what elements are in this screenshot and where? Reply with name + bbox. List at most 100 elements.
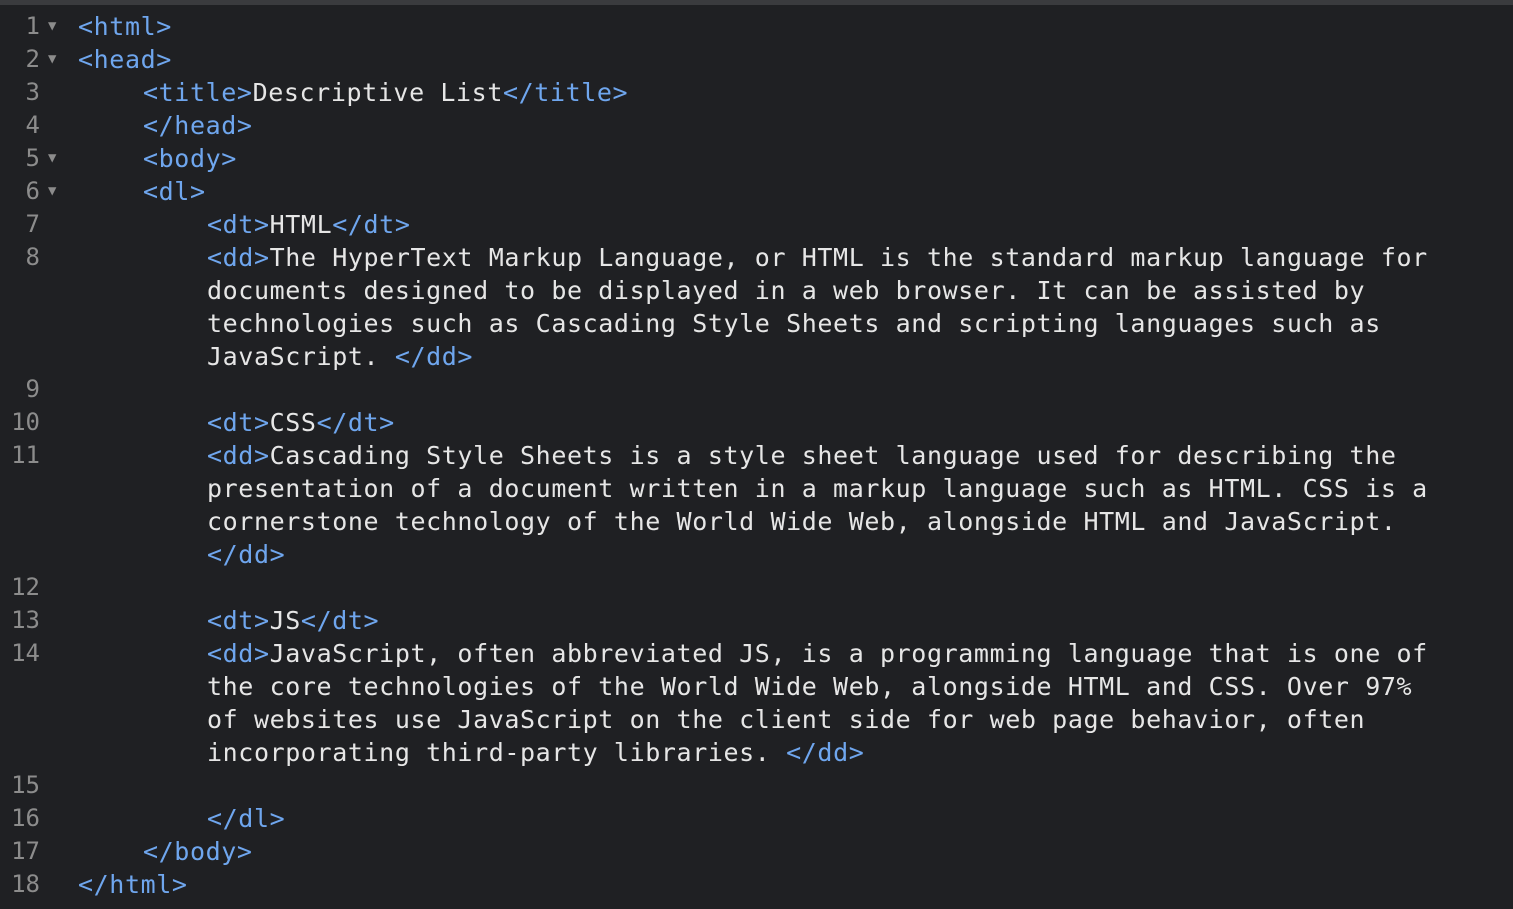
- code-line[interactable]: of websites use JavaScript on the client…: [0, 703, 1513, 736]
- line-number: 11: [11, 441, 40, 469]
- html-tag-token: </dd>: [394, 342, 474, 371]
- line-number: 14: [11, 639, 40, 667]
- html-tag-token: </dt>: [300, 606, 380, 635]
- html-tag-token: <html>: [78, 12, 172, 41]
- fold-arrow-icon[interactable]: ▼: [48, 142, 64, 175]
- code-line[interactable]: 13 <dt>JS</dt>: [0, 604, 1513, 637]
- code-text: </dd>: [207, 538, 285, 571]
- line-number: 15: [11, 771, 40, 799]
- code-line[interactable]: technologies such as Cascading Style She…: [0, 307, 1513, 340]
- text-token: JavaScript.: [207, 342, 395, 371]
- code-text: <head>: [78, 43, 172, 76]
- html-tag-token: <dt>: [207, 606, 270, 635]
- line-number: 4: [25, 111, 40, 139]
- code-line[interactable]: 15: [0, 769, 1513, 802]
- code-text: presentation of a document written in a …: [207, 472, 1428, 505]
- text-token: technologies such as Cascading Style She…: [207, 309, 1381, 338]
- text-token: of websites use JavaScript on the client…: [207, 705, 1366, 734]
- code-text: cornerstone technology of the World Wide…: [207, 505, 1397, 538]
- code-text: <dt>HTML</dt>: [207, 208, 410, 241]
- code-text: <dt>CSS</dt>: [207, 406, 395, 439]
- text-token: cornerstone technology of the World Wide…: [207, 507, 1397, 536]
- line-number: 1: [25, 12, 40, 40]
- line-number: 13: [11, 606, 40, 634]
- html-tag-token: <dd>: [207, 639, 270, 668]
- text-token: JavaScript, often abbreviated JS, is a p…: [269, 639, 1428, 668]
- code-text: <dl>: [143, 175, 206, 208]
- code-text: <dd>The HyperText Markup Language, or HT…: [207, 241, 1428, 274]
- code-editor[interactable]: 1 ▼ <html> 2 ▼ <head> 3 <title>Descriptive List…: [0, 0, 1513, 909]
- code-line[interactable]: </dd>: [0, 538, 1513, 571]
- code-line[interactable]: 11 <dd>Cascading Style Sheets is a style …: [0, 439, 1513, 472]
- line-number: 6: [25, 177, 40, 205]
- html-tag-token: <dl>: [143, 177, 206, 206]
- code-text: <title>Descriptive List</title>: [143, 76, 628, 109]
- code-text: </dl>: [207, 802, 285, 835]
- text-token: CSS: [269, 408, 317, 437]
- code-line[interactable]: 10 <dt>CSS</dt>: [0, 406, 1513, 439]
- text-token: documents designed to be displayed in a …: [207, 276, 1366, 305]
- html-tag-token: </body>: [143, 837, 253, 866]
- code-line[interactable]: 4 </head>: [0, 109, 1513, 142]
- code-text: </body>: [143, 835, 253, 868]
- code-line[interactable]: 12: [0, 571, 1513, 604]
- code-line[interactable]: JavaScript. </dd>: [0, 340, 1513, 373]
- line-number: 3: [25, 78, 40, 106]
- code-text: <body>: [143, 142, 237, 175]
- code-line[interactable]: the core technologies of the World Wide …: [0, 670, 1513, 703]
- code-line[interactable]: 8 <dd>The HyperText Markup Language, or H…: [0, 241, 1513, 274]
- code-line[interactable]: 5 ▼ <body>: [0, 142, 1513, 175]
- code-text: <dd>JavaScript, often abbreviated JS, is…: [207, 637, 1428, 670]
- code-line[interactable]: 7 <dt>HTML</dt>: [0, 208, 1513, 241]
- code-text: <dt>JS</dt>: [207, 604, 379, 637]
- text-token: HTML: [269, 210, 333, 239]
- html-tag-token: </dt>: [316, 408, 395, 437]
- html-tag-token: <dd>: [207, 243, 270, 272]
- html-tag-token: <dt>: [207, 210, 270, 239]
- fold-arrow-icon[interactable]: ▼: [48, 10, 64, 43]
- line-number: 7: [25, 210, 40, 238]
- code-line[interactable]: 2 ▼ <head>: [0, 43, 1513, 76]
- fold-arrow-icon[interactable]: ▼: [48, 43, 64, 76]
- code-line[interactable]: 18 </html>: [0, 868, 1513, 901]
- code-line[interactable]: 14 <dd>JavaScript, often abbreviated JS, …: [0, 637, 1513, 670]
- line-number: 18: [11, 870, 40, 898]
- line-number: 9: [25, 375, 40, 403]
- code-line[interactable]: 3 <title>Descriptive List</title>: [0, 76, 1513, 109]
- text-token: The HyperText Markup Language, or HTML i…: [269, 243, 1428, 272]
- code-text: </head>: [143, 109, 253, 142]
- line-number: 5: [25, 144, 40, 172]
- html-tag-token: <head>: [78, 45, 172, 74]
- html-tag-token: </title>: [502, 78, 629, 107]
- html-tag-token: </dl>: [207, 804, 286, 833]
- html-tag-token: </html>: [78, 870, 188, 899]
- code-line[interactable]: 17 </body>: [0, 835, 1513, 868]
- code-line[interactable]: 9: [0, 373, 1513, 406]
- code-line[interactable]: incorporating third-party libraries. </d…: [0, 736, 1513, 769]
- line-number: 8: [25, 243, 40, 271]
- line-number: 10: [11, 408, 40, 436]
- code-text: <html>: [78, 10, 172, 43]
- text-token: presentation of a document written in a …: [207, 474, 1428, 503]
- html-tag-token: </dt>: [332, 210, 411, 239]
- text-token: the core technologies of the World Wide …: [207, 672, 1413, 701]
- html-tag-token: <body>: [143, 144, 237, 173]
- line-number: 12: [11, 573, 40, 601]
- html-tag-token: </dd>: [786, 738, 865, 767]
- fold-arrow-icon[interactable]: ▼: [48, 175, 64, 208]
- code-line[interactable]: cornerstone technology of the World Wide…: [0, 505, 1513, 538]
- text-token: JS: [269, 606, 301, 635]
- code-line[interactable]: 6 ▼ <dl>: [0, 175, 1513, 208]
- text-token: Descriptive List: [252, 78, 503, 107]
- code-text: JavaScript. </dd>: [207, 340, 473, 373]
- code-line[interactable]: 1 ▼ <html>: [0, 10, 1513, 43]
- html-tag-token: </head>: [143, 111, 253, 140]
- code-line[interactable]: documents designed to be displayed in a …: [0, 274, 1513, 307]
- code-line[interactable]: 16 </dl>: [0, 802, 1513, 835]
- code-text: technologies such as Cascading Style She…: [207, 307, 1381, 340]
- html-tag-token: <dd>: [207, 441, 270, 470]
- text-token: Cascading Style Sheets is a style sheet …: [269, 441, 1397, 470]
- code-text: </html>: [78, 868, 188, 901]
- line-number: 2: [25, 45, 40, 73]
- code-line[interactable]: presentation of a document written in a …: [0, 472, 1513, 505]
